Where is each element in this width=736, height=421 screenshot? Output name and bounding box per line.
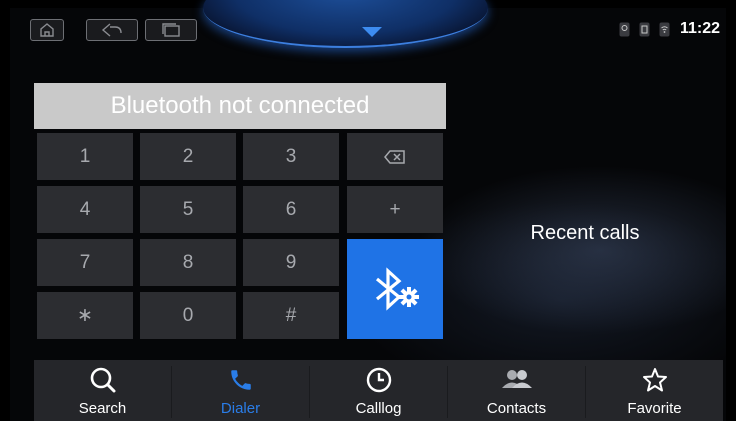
- backspace-button[interactable]: [347, 133, 443, 180]
- clock: 11:22: [679, 20, 720, 37]
- tab-label: Dialer: [220, 400, 261, 417]
- tab-label: Contacts: [486, 400, 547, 417]
- chevron-down-icon[interactable]: [362, 27, 382, 37]
- tab-favorite[interactable]: Favorite: [586, 360, 723, 421]
- tab-label: Favorite: [627, 400, 682, 417]
- key-0[interactable]: 0: [140, 292, 236, 339]
- tab-label: Calllog: [355, 400, 402, 417]
- key-label: 4: [79, 198, 91, 220]
- key-8[interactable]: 8: [140, 239, 236, 286]
- search-icon: [89, 366, 117, 394]
- key-4[interactable]: 4: [37, 186, 133, 233]
- key-label: #: [285, 304, 297, 326]
- key-6[interactable]: 6: [243, 186, 339, 233]
- key-label: 0: [182, 304, 194, 326]
- key-7[interactable]: 7: [37, 239, 133, 286]
- key-label: ∗: [77, 305, 93, 326]
- recent-calls-title: Recent calls: [530, 222, 640, 244]
- key-label: 5: [182, 198, 194, 220]
- home-button[interactable]: [30, 19, 64, 41]
- key-label: 7: [79, 251, 91, 273]
- key-9[interactable]: 9: [243, 239, 339, 286]
- key-label: 2: [182, 145, 194, 167]
- key-3[interactable]: 3: [243, 133, 339, 180]
- tab-search[interactable]: Search: [34, 360, 171, 421]
- key-label: 8: [182, 251, 194, 273]
- tab-contacts[interactable]: Contacts: [448, 360, 585, 421]
- bottom-tab-bar: Search Dialer Calllog Contacts Favorite: [34, 360, 723, 421]
- phone-icon: [228, 366, 254, 394]
- sim-icon: [638, 21, 652, 37]
- location-icon: [618, 21, 632, 37]
- key-star[interactable]: ∗: [37, 292, 133, 339]
- key-label: 1: [79, 145, 91, 167]
- back-button[interactable]: [86, 19, 138, 41]
- wifi-icon: [658, 21, 672, 37]
- home-icon: [40, 23, 54, 37]
- key-label: 3: [285, 145, 297, 167]
- backspace-icon: [384, 149, 405, 164]
- key-1[interactable]: 1: [37, 133, 133, 180]
- key-hash[interactable]: #: [243, 292, 339, 339]
- star-icon: [641, 366, 669, 394]
- dialer-screen: 11:22 Bluetooth not connected 1 2 3 4 5 …: [0, 0, 736, 421]
- key-label: 9: [285, 251, 297, 273]
- back-icon: [101, 23, 122, 37]
- tab-label: Search: [78, 400, 127, 417]
- status-bar: 11:22: [10, 0, 726, 52]
- key-label: +: [389, 198, 401, 220]
- key-2[interactable]: 2: [140, 133, 236, 180]
- tab-dialer[interactable]: Dialer: [172, 360, 309, 421]
- right-frame: [726, 0, 736, 421]
- clock-icon: [365, 366, 393, 394]
- key-label: 6: [285, 198, 297, 220]
- bluetooth-settings-button[interactable]: [347, 239, 443, 339]
- key-5[interactable]: 5: [140, 186, 236, 233]
- bluetooth-status-banner: Bluetooth not connected: [34, 83, 446, 129]
- tab-calllog[interactable]: Calllog: [310, 360, 447, 421]
- left-frame: [0, 0, 10, 421]
- recent-apps-icon: [162, 23, 180, 37]
- notification-pulldown[interactable]: [203, 0, 488, 48]
- contacts-icon: [499, 366, 535, 394]
- key-plus[interactable]: +: [347, 186, 443, 233]
- status-icons: 11:22: [618, 18, 720, 40]
- recent-apps-button[interactable]: [145, 19, 197, 41]
- bluetooth-settings-icon: [375, 267, 419, 311]
